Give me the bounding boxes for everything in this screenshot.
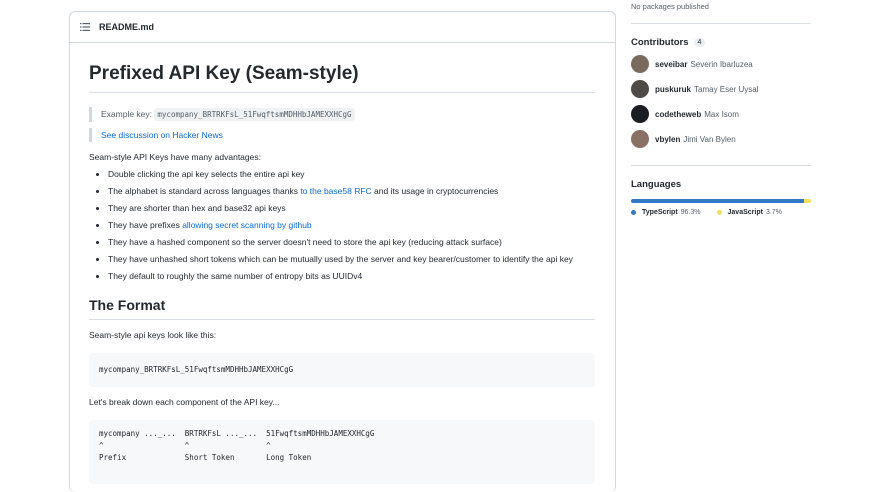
contributors-title: Contributors — [631, 37, 689, 48]
language-item[interactable]: JavaScript 3.7% — [716, 209, 782, 216]
language-name: JavaScript — [727, 209, 763, 216]
language-dot-icon — [631, 210, 636, 215]
contributor-login[interactable]: codetheweb — [655, 110, 701, 119]
avatar[interactable] — [631, 55, 649, 73]
format-heading: The Format — [89, 297, 595, 320]
list-item: They have prefixes allowing secret scann… — [108, 220, 595, 232]
contributors-count-badge: 4 — [693, 38, 706, 47]
language-legend: TypeScript 96.3% JavaScript 3.7% — [631, 209, 811, 216]
language-bar — [631, 199, 811, 203]
contributor-login[interactable]: puskuruk — [655, 85, 691, 94]
list-item: They have unhashed short tokens which ca… — [108, 254, 595, 266]
contributors-heading[interactable]: Contributors 4 — [631, 37, 811, 48]
list-item: Double clicking the api key selects the … — [108, 169, 595, 181]
contributor-name: Severin Ibarluzea — [690, 59, 753, 69]
language-dot-icon — [716, 210, 722, 215]
list-item-text: The alphabet is standard across language… — [108, 186, 301, 196]
language-percent: 96.3% — [680, 209, 701, 216]
list-item: They have a hashed component so the serv… — [108, 237, 595, 249]
example-blockquote: Example key: mycompany_BRTRKFsL_51Fwqfts… — [89, 107, 595, 122]
language-bar-segment — [804, 199, 811, 203]
discussion-blockquote: See discussion on Hacker News — [89, 128, 595, 142]
contributor-login[interactable]: vbylen — [655, 135, 680, 144]
readme-content: Prefixed API Key (Seam-style) Example ke… — [70, 43, 615, 484]
language-item[interactable]: TypeScript 96.3% — [631, 209, 701, 216]
list-item-text: They have prefixes — [108, 220, 183, 230]
readme-filename: README.md — [99, 22, 155, 32]
contributor-name: Max Isom — [704, 109, 739, 119]
contributor-item[interactable]: seveibar Severin Ibarluzea — [631, 55, 811, 73]
base58-rfc-link[interactable]: to the base58 RFC — [300, 186, 371, 196]
example-key: mycompany_BRTRKFsL_51FwqftsmMDHHbJAMEXXH… — [154, 108, 355, 121]
readme-header: README.md — [70, 12, 615, 43]
breakdown-intro: Let's break down each component of the A… — [89, 396, 280, 407]
secret-scanning-link[interactable]: allowing secret scanning by github — [182, 220, 311, 230]
readme-title: Prefixed API Key (Seam-style) — [89, 63, 595, 93]
list-item: The alphabet is standard across language… — [108, 186, 595, 198]
hacker-news-link[interactable]: See discussion on Hacker News — [101, 130, 223, 140]
contributor-login[interactable]: seveibar — [655, 60, 687, 69]
contributors-list: seveibar Severin Ibarluzea puskuruk Tama… — [631, 55, 811, 148]
format-intro: Seam-style api keys look like this: — [89, 329, 217, 340]
contributor-name: Jimi Van Bylen — [683, 134, 736, 144]
avatar[interactable] — [631, 130, 649, 148]
language-name: TypeScript — [642, 209, 678, 216]
language-percent: 3.7% — [765, 209, 782, 216]
avatar[interactable] — [631, 80, 649, 98]
advantages-list: Double clicking the api key selects the … — [89, 169, 595, 283]
packages-status: No packages published — [631, 2, 709, 11]
language-bar-segment — [631, 199, 805, 203]
outline-list-icon[interactable] — [80, 23, 90, 31]
divider — [631, 23, 811, 24]
contributor-name: Tamay Eser Uysal — [694, 84, 759, 94]
format-code-block: mycompany_BRTRKFsL_51FwqftsmMDHHbJAMEXXH… — [89, 352, 595, 387]
languages-title: Languages — [631, 179, 682, 190]
repo-sidebar: No packages published Contributors 4 sev… — [631, 0, 811, 216]
list-item: They default to roughly the same number … — [108, 271, 595, 283]
example-label: Example key: — [101, 109, 153, 119]
breakdown-code-block: mycompany ..._... BRTRKFsL ..._... 51Fwq… — [89, 419, 595, 484]
contributor-item[interactable]: codetheweb Max Isom — [631, 105, 811, 123]
divider — [631, 165, 811, 166]
avatar[interactable] — [631, 105, 649, 123]
list-item: They are shorter than hex and base32 api… — [108, 203, 595, 215]
readme-panel: README.md Prefixed API Key (Seam-style) … — [69, 11, 616, 492]
contributor-item[interactable]: vbylen Jimi Van Bylen — [631, 130, 811, 148]
contributor-item[interactable]: puskuruk Tamay Eser Uysal — [631, 80, 811, 98]
list-item-text: and its usage in cryptocurrencies — [371, 186, 499, 196]
advantages-intro: Seam-style API Keys have many advantages… — [89, 152, 261, 162]
